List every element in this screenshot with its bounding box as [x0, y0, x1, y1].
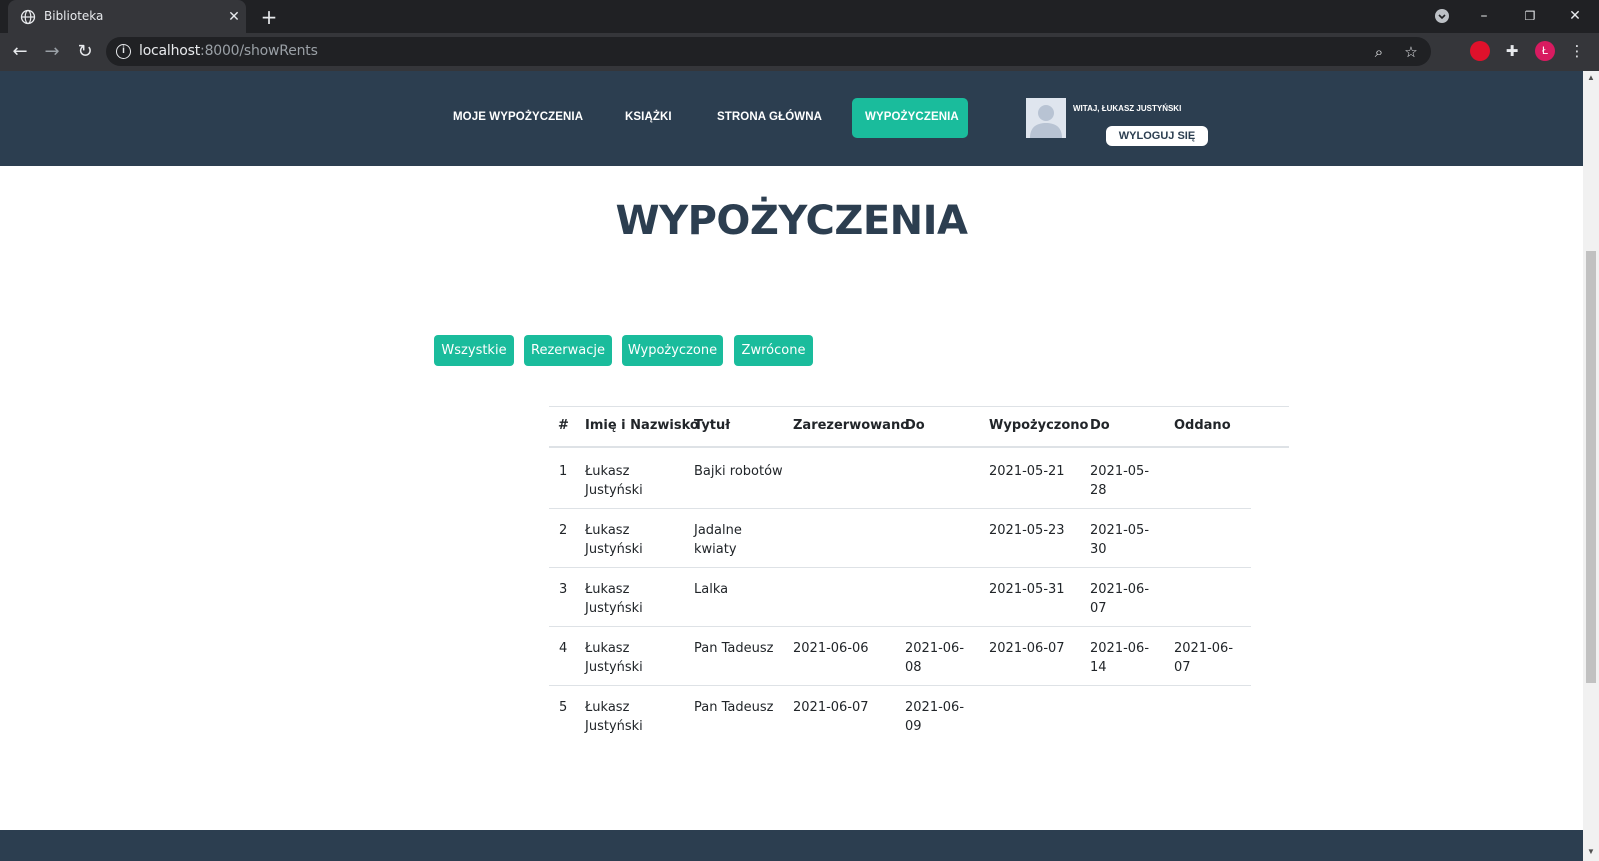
filter-returned-button[interactable]: Zwrócone: [734, 335, 813, 366]
site-footer: [0, 830, 1583, 861]
cell-title: Lalka: [694, 582, 729, 597]
globe-icon: [20, 9, 36, 25]
cell-rented-until: 30: [1090, 542, 1107, 557]
back-icon[interactable]: ←: [8, 41, 32, 63]
scroll-up-icon[interactable]: ▲: [1586, 73, 1596, 83]
cell-number: 4: [559, 641, 568, 656]
filter-rented-button[interactable]: Wypożyczone: [622, 335, 723, 366]
cell-name: Justyński: [585, 719, 643, 734]
forward-icon[interactable]: →: [40, 41, 64, 63]
cell-rented-until: 2021-06-: [1090, 582, 1150, 597]
scroll-down-icon[interactable]: ▼: [1586, 847, 1596, 857]
close-window-icon[interactable]: ✕: [1561, 4, 1589, 28]
profile-avatar[interactable]: Ł: [1535, 41, 1555, 61]
zoom-icon[interactable]: ⌕: [1369, 42, 1389, 62]
cell-rented-until: 2021-05-: [1090, 523, 1150, 538]
cell-rented-until: 14: [1090, 660, 1107, 675]
restore-icon[interactable]: ❐: [1516, 4, 1544, 28]
cell-name: Łukasz: [585, 582, 630, 597]
col-header-rented-until: Do: [1090, 418, 1110, 433]
scrollbar-thumb[interactable]: [1586, 251, 1596, 683]
cell-name: Łukasz: [585, 523, 630, 538]
cell-title: Jadalne: [694, 523, 742, 538]
cell-rented: 2021-05-31: [989, 582, 1065, 597]
reload-icon[interactable]: ↻: [73, 41, 97, 63]
user-greeting: WITAJ, ŁUKASZ JUSTYŃSKI: [1073, 104, 1182, 113]
col-header-name: Imię i Nazwisko: [585, 418, 699, 433]
cell-number: 3: [559, 582, 568, 597]
page-title: WYPOŻYCZENIA: [615, 198, 968, 244]
url-text: localhost:8000/showRents: [139, 43, 318, 59]
nav-rents[interactable]: WYPOŻYCZENIA: [865, 111, 959, 123]
col-header-reserved: Zarezerwowano: [793, 418, 910, 433]
menu-kebab-icon[interactable]: ⋮: [1567, 41, 1587, 61]
col-header-returned: Oddano: [1174, 418, 1231, 433]
cell-reserved-until: 2021-06-: [905, 641, 965, 656]
cell-name: Justyński: [585, 601, 643, 616]
cell-reserved-until: 08: [905, 660, 922, 675]
cell-reserved-until: 2021-06-: [905, 700, 965, 715]
cell-name: Łukasz: [585, 700, 630, 715]
cell-title: Bajki robotów: [694, 464, 783, 479]
user-avatar: [1026, 98, 1066, 138]
browser-toolbar: ← → ↻ i localhost:8000/showRents ⌕ ☆ ✚ Ł…: [0, 33, 1599, 71]
table-top-border: [549, 406, 1289, 407]
filter-all-button[interactable]: Wszystkie: [434, 335, 514, 366]
nav-home[interactable]: STRONA GŁÓWNA: [717, 111, 822, 123]
cell-returned: 07: [1174, 660, 1191, 675]
row-divider: [549, 567, 1251, 568]
cell-title: kwiaty: [694, 542, 737, 557]
row-divider: [549, 626, 1251, 627]
cell-reserved: 2021-06-07: [793, 700, 869, 715]
browser-tab[interactable]: Biblioteka ✕: [8, 0, 246, 33]
address-bar[interactable]: i localhost:8000/showRents ⌕ ☆: [106, 37, 1431, 66]
cell-title: Pan Tadeusz: [694, 641, 774, 656]
cell-name: Justyński: [585, 542, 643, 557]
browser-chrome: Biblioteka ✕ + – ❐ ✕ ← → ↻ i localhost:8…: [0, 0, 1599, 71]
adblock-extension-icon[interactable]: [1470, 41, 1490, 61]
tab-search-icon[interactable]: [1428, 4, 1456, 28]
row-divider: [549, 508, 1251, 509]
cell-rented-until: 2021-06-: [1090, 641, 1150, 656]
cell-name: Łukasz: [585, 464, 630, 479]
col-header-reserved-until: Do: [905, 418, 925, 433]
cell-rented: 2021-05-23: [989, 523, 1065, 538]
bookmark-star-icon[interactable]: ☆: [1401, 42, 1421, 62]
row-divider: [549, 685, 1251, 686]
cell-title: Pan Tadeusz: [694, 700, 774, 715]
cell-rented: 2021-05-21: [989, 464, 1065, 479]
nav-my-rents[interactable]: MOJE WYPOŻYCZENIA: [453, 111, 583, 123]
tab-title: Biblioteka: [44, 9, 104, 23]
cell-name: Justyński: [585, 483, 643, 498]
cell-rented-until: 07: [1090, 601, 1107, 616]
minimize-icon[interactable]: –: [1470, 4, 1498, 28]
info-icon[interactable]: i: [116, 44, 131, 59]
tab-close-icon[interactable]: ✕: [226, 8, 242, 24]
col-header-number: #: [558, 418, 569, 433]
new-tab-button[interactable]: +: [258, 6, 280, 28]
cell-returned: 2021-06-: [1174, 641, 1234, 656]
cell-name: Justyński: [585, 660, 643, 675]
cell-rented: 2021-06-07: [989, 641, 1065, 656]
cell-number: 1: [559, 464, 568, 479]
cell-number: 2: [559, 523, 568, 538]
page-scrollbar[interactable]: ▲ ▼: [1583, 71, 1599, 861]
table-header-border: [549, 446, 1289, 448]
cell-reserved: 2021-06-06: [793, 641, 869, 656]
nav-books[interactable]: KSIĄŻKI: [625, 111, 672, 123]
cell-number: 5: [559, 700, 568, 715]
cell-rented-until: 28: [1090, 483, 1107, 498]
tab-strip: Biblioteka ✕ + – ❐ ✕: [0, 0, 1599, 33]
col-header-rented: Wypożyczono: [989, 418, 1089, 433]
cell-name: Łukasz: [585, 641, 630, 656]
extensions-puzzle-icon[interactable]: ✚: [1502, 41, 1522, 61]
cell-rented-until: 2021-05-: [1090, 464, 1150, 479]
logout-button[interactable]: WYLOGUJ SIĘ: [1106, 126, 1208, 146]
col-header-title: Tytuł: [694, 418, 731, 433]
filter-reservations-button[interactable]: Rezerwacje: [524, 335, 612, 366]
cell-reserved-until: 09: [905, 719, 922, 734]
